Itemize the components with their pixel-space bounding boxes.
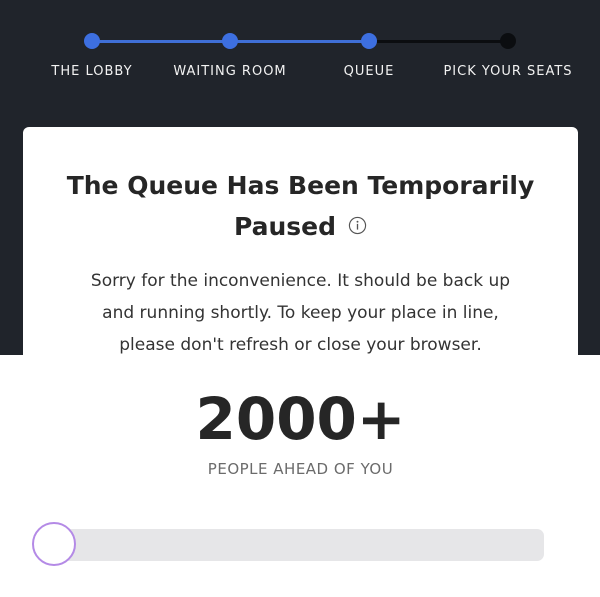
page-title: The Queue Has Been Temporarily Paused [23, 165, 578, 247]
title-line-1: The Queue Has Been Temporarily [66, 171, 535, 200]
title-line-2-text: Paused [233, 212, 337, 241]
queue-progress-indicator [32, 522, 76, 566]
step-dot-waiting-room [222, 33, 238, 49]
title-line-2: Paused [23, 206, 578, 247]
step-label-waiting-room: WAITING ROOM [173, 64, 287, 79]
pause-message: Sorry for the inconvenience. It should b… [90, 271, 511, 355]
progress-stepper: THE LOBBY WAITING ROOM QUEUE PICK YOUR S… [0, 0, 600, 100]
people-ahead-count: 2000+ [195, 385, 406, 453]
stepper-track-remaining [369, 40, 508, 43]
people-ahead-label: PEOPLE AHEAD OF YOU [207, 460, 394, 478]
step-dot-the-lobby [84, 33, 100, 49]
info-icon[interactable] [348, 216, 367, 235]
queue-progress-bar [53, 529, 544, 561]
step-dot-pick-your-seats [500, 33, 516, 49]
queue-status-card: The Queue Has Been Temporarily Paused So… [23, 127, 578, 597]
step-label-pick-your-seats: PICK YOUR SEATS [443, 64, 573, 79]
step-label-the-lobby: THE LOBBY [51, 64, 133, 79]
step-label-queue: QUEUE [343, 64, 395, 79]
step-dot-queue [361, 33, 377, 49]
